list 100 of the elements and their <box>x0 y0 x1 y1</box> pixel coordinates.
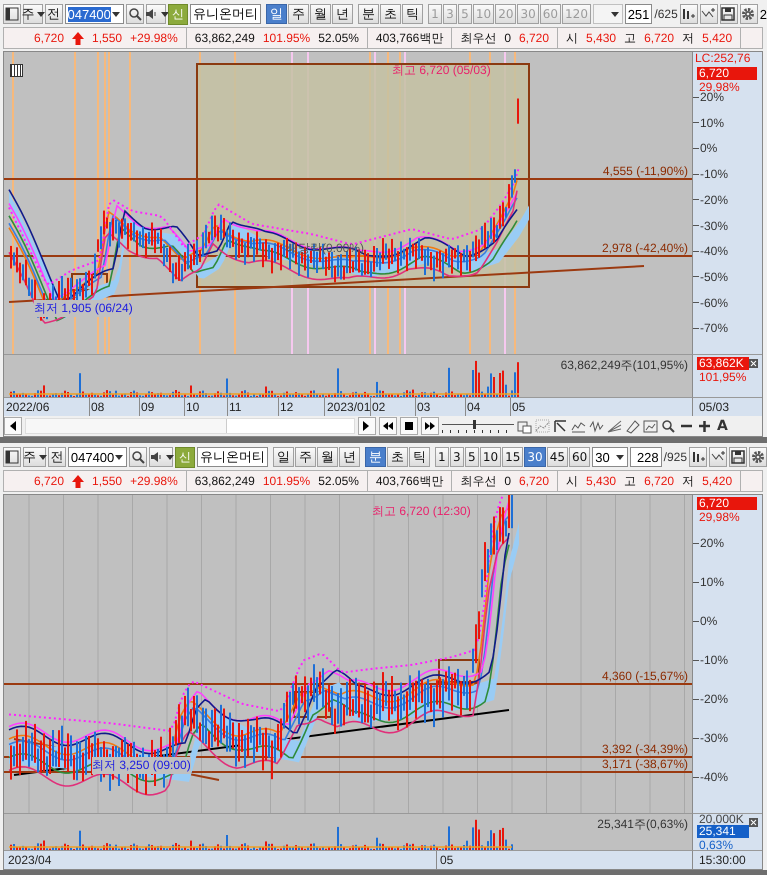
cursor-icon[interactable] <box>553 418 568 434</box>
quote-value: 최우선 <box>460 30 496 46</box>
zoom-slider[interactable] <box>442 419 514 433</box>
unit-tab[interactable]: 틱 <box>402 4 423 24</box>
window-split-icon[interactable] <box>517 418 532 434</box>
search-icon[interactable] <box>661 418 676 434</box>
unit-tab[interactable]: 초 <box>386 447 408 467</box>
axis-tick-label: -10% <box>693 167 728 182</box>
date-label: 10 <box>186 400 200 414</box>
search-icon <box>128 7 142 21</box>
interval-button[interactable]: 60 <box>568 447 590 467</box>
quote-value: 63,862,249 <box>194 31 255 45</box>
rewind-icon <box>383 421 393 431</box>
grid-icon[interactable] <box>10 64 23 77</box>
period-tab[interactable]: 년 <box>332 4 353 24</box>
gear-button[interactable] <box>740 4 758 24</box>
period-tab[interactable]: 월 <box>310 4 331 24</box>
count-field[interactable]: 251 <box>624 4 652 24</box>
scroll-left-button[interactable] <box>4 417 22 435</box>
interval-button[interactable]: 10 <box>480 447 502 467</box>
layout-button[interactable] <box>3 4 21 24</box>
period-tab[interactable]: 일 <box>272 447 294 467</box>
candle-add-button[interactable] <box>689 447 707 467</box>
save-icon <box>730 450 746 464</box>
interval-button[interactable]: 45 <box>546 447 568 467</box>
date-label: 09 <box>141 400 154 414</box>
count-field[interactable]: 228 <box>630 447 662 467</box>
quote-value: 5,430 <box>586 474 616 488</box>
caret-icon <box>160 10 170 18</box>
fast-forward-button[interactable] <box>421 417 439 435</box>
stop-button[interactable] <box>400 417 418 435</box>
volume-scale: 20,000K <box>699 814 744 826</box>
candle-add-button[interactable] <box>680 4 698 24</box>
gear-icon <box>750 450 766 464</box>
highlight-box <box>438 659 480 683</box>
period-tab[interactable]: 주 <box>288 4 309 24</box>
rewind-button[interactable] <box>379 417 397 435</box>
save-button[interactable] <box>729 447 747 467</box>
level-label: 4,555 (-11,90%) <box>602 164 688 178</box>
candle-add-icon <box>690 450 706 464</box>
save-button[interactable] <box>720 4 738 24</box>
gear-button[interactable] <box>749 447 767 467</box>
search-button[interactable] <box>129 447 148 467</box>
interval-button[interactable]: 30 <box>524 447 546 467</box>
scroll-thumb[interactable] <box>226 419 354 433</box>
save-icon <box>721 7 736 21</box>
stock-name-field[interactable]: 유니온머티 <box>196 447 268 467</box>
interval-button[interactable]: 1 <box>434 447 449 467</box>
interval-button[interactable]: 15 <box>502 447 524 467</box>
period-tab[interactable]: 년 <box>338 447 360 467</box>
line-add-button[interactable] <box>700 4 718 24</box>
interval-combo[interactable]: 30 <box>592 447 628 467</box>
scrollbar[interactable] <box>25 418 355 434</box>
quote-value: 5,420 <box>702 474 732 488</box>
axis-tick-label: -20% <box>693 192 728 207</box>
toolbar-text: 2 <box>760 6 767 22</box>
ruler-icon[interactable] <box>625 418 640 434</box>
quote-value: 63,862,249 <box>194 474 255 488</box>
line-add-button[interactable] <box>709 447 727 467</box>
axis-tick-label: 20% <box>693 536 724 550</box>
date-label: 02 <box>372 400 386 414</box>
search-button[interactable] <box>126 4 144 24</box>
up-arrow-icon <box>72 474 84 488</box>
prev-button[interactable]: 전 <box>48 447 66 467</box>
sound-button[interactable] <box>146 4 166 24</box>
wave-icon[interactable] <box>589 418 604 434</box>
quote-value: 고 <box>624 30 636 46</box>
unit-tab[interactable]: 분 <box>358 4 379 24</box>
market-dropdown[interactable]: 주 <box>23 4 42 24</box>
axis-tick-label: 10% <box>693 116 724 130</box>
unit-tab[interactable]: 틱 <box>408 447 430 467</box>
close-icon[interactable] <box>749 818 758 827</box>
caret-icon <box>610 10 620 18</box>
unit-tab[interactable]: 분 <box>364 447 386 467</box>
period-tab[interactable]: 일 <box>266 4 287 24</box>
code-field[interactable]: 047400 <box>68 447 128 467</box>
up-arrow-icon <box>72 32 84 44</box>
stock-name-field[interactable]: 유니온머티 <box>190 4 261 24</box>
chart-window-icon[interactable] <box>643 418 658 434</box>
interval-button[interactable]: 5 <box>464 447 479 467</box>
new-badge: 신 <box>168 4 188 24</box>
quote-value: 5,420 <box>702 31 732 45</box>
sound-button[interactable] <box>149 447 173 467</box>
code-field[interactable]: 047400 <box>64 4 124 24</box>
unit-tab[interactable]: 초 <box>380 4 401 24</box>
quote-value: 6,720 <box>519 31 550 45</box>
font-button[interactable]: A <box>715 418 730 434</box>
period-tab[interactable]: 주 <box>294 447 316 467</box>
interval-button[interactable]: 3 <box>450 447 464 467</box>
prev-button[interactable]: 전 <box>44 4 62 24</box>
caret-icon <box>38 452 48 462</box>
market-dropdown[interactable]: 주 <box>23 447 46 467</box>
close-icon[interactable] <box>749 359 758 368</box>
price-annotation: 최고 6,720 (05/03) <box>392 62 491 79</box>
period-tab[interactable]: 월 <box>316 447 338 467</box>
fan-lines-icon[interactable] <box>607 418 622 434</box>
quote-value: 6,720 <box>34 474 64 488</box>
scroll-right-button[interactable] <box>358 417 376 435</box>
layout-button[interactable] <box>3 447 21 467</box>
plus-icon[interactable] <box>697 418 712 434</box>
